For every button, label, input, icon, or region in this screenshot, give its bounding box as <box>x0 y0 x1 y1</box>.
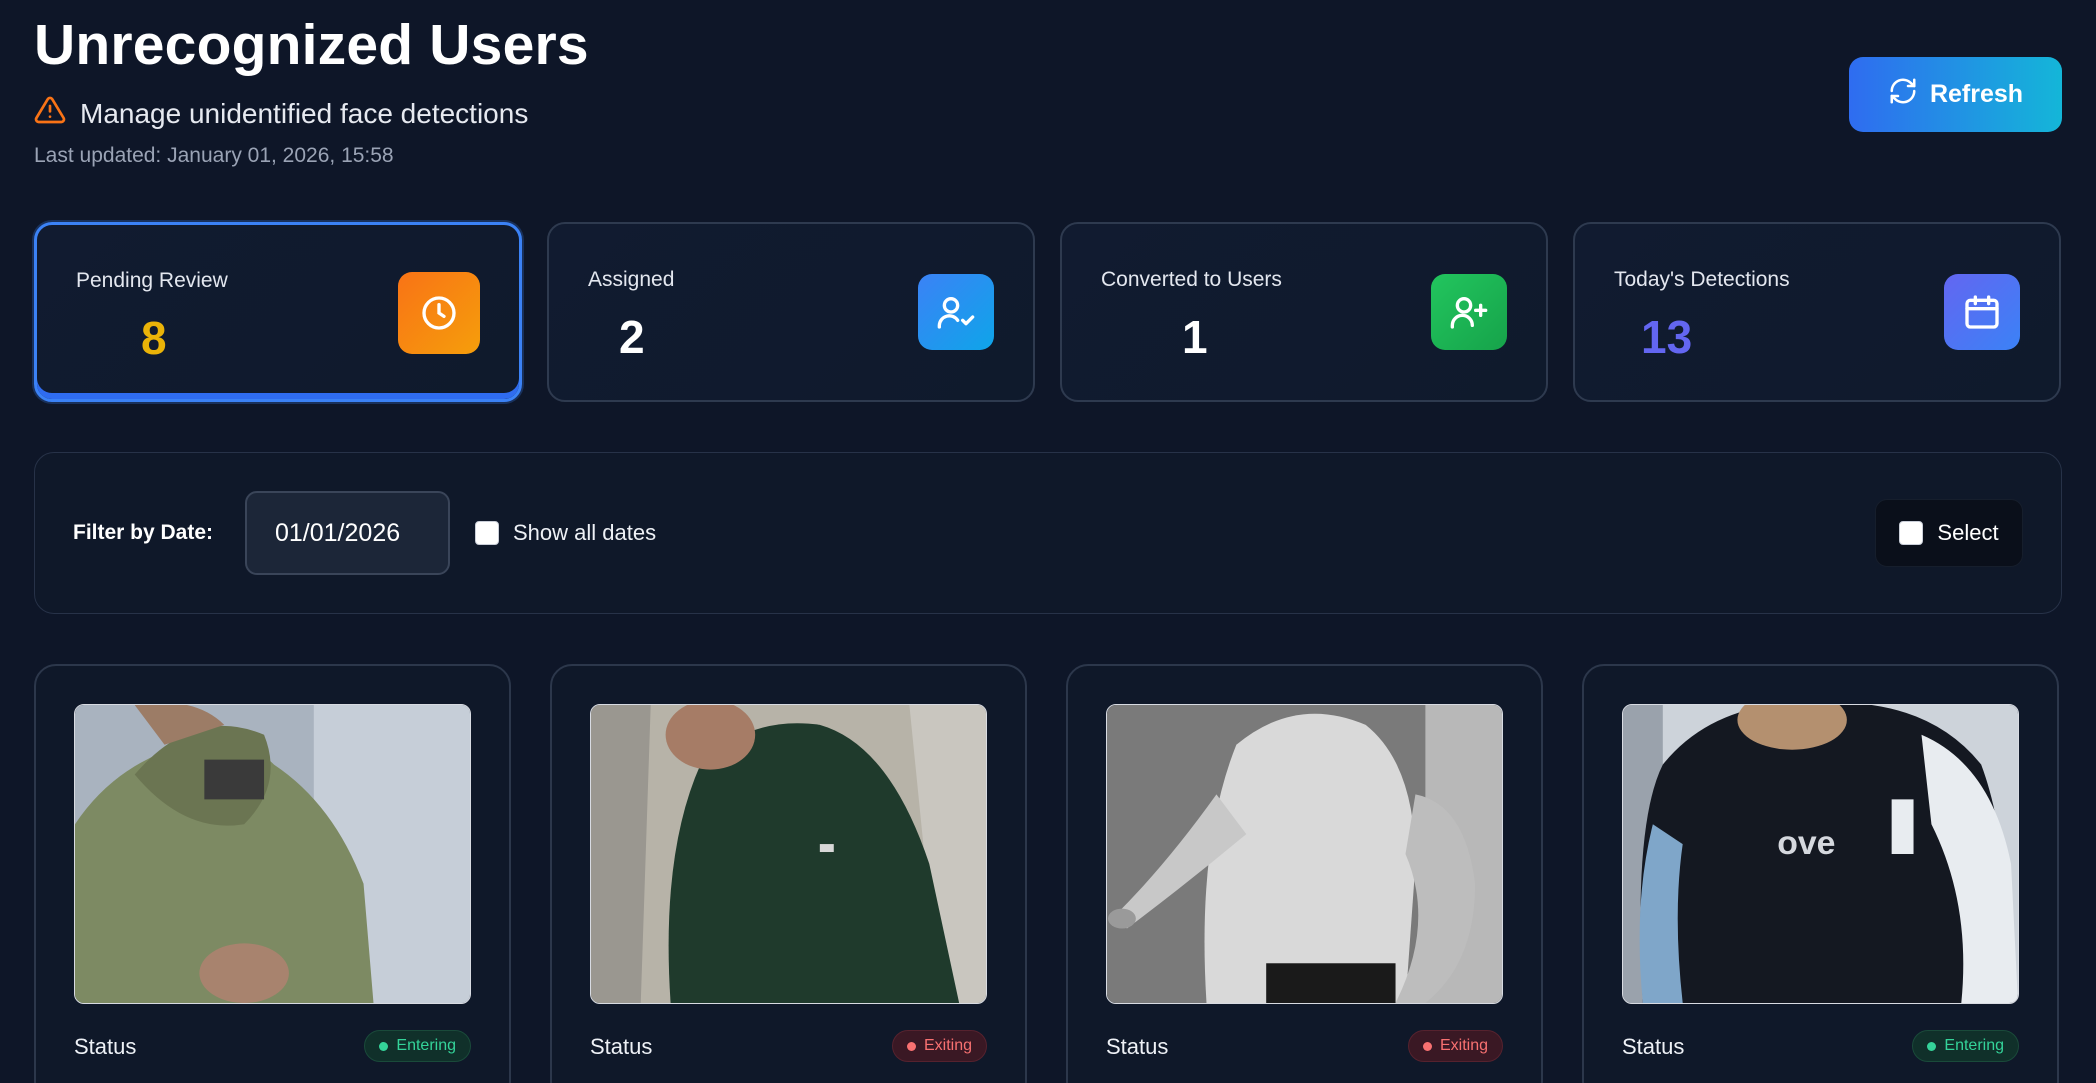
select-checkbox[interactable] <box>1899 521 1924 545</box>
stat-value: 8 <box>141 312 167 364</box>
date-input[interactable]: 01/01/2026 <box>245 491 450 575</box>
calendar-icon <box>1944 274 2020 350</box>
filter-bar: Filter by Date: 01/01/2026 Show all date… <box>34 452 2062 614</box>
select-button[interactable]: Select <box>1875 499 2023 567</box>
status-badge-text: Exiting <box>1439 1037 1488 1054</box>
refresh-label: Refresh <box>1929 80 2024 108</box>
stat-card-todays-detections[interactable]: Today's Detections 13 <box>1573 222 2061 402</box>
status-dot <box>1422 1041 1432 1051</box>
detection-card[interactable]: Status Exiting <box>1066 664 1543 1083</box>
stat-label: Assigned <box>588 268 675 291</box>
show-all-dates-label: Show all dates <box>513 520 657 545</box>
show-all-dates-checkbox[interactable] <box>475 521 499 545</box>
stat-label: Converted to Users <box>1101 268 1282 291</box>
stat-card-assigned[interactable]: Assigned 2 <box>547 222 1035 402</box>
status-label: Status <box>1622 1034 1685 1059</box>
status-dot <box>906 1041 916 1051</box>
status-dot <box>379 1041 389 1051</box>
detection-card[interactable]: ove Status Entering <box>1582 664 2059 1083</box>
status-label: Status <box>1106 1034 1169 1059</box>
warning-icon <box>34 94 66 133</box>
stat-card-pending-review[interactable]: Pending Review 8 <box>34 222 522 402</box>
detection-photo[interactable]: ove <box>1622 704 2019 1004</box>
subtitle-text: Manage unidentified face detections <box>80 97 529 129</box>
detection-card[interactable]: Status Exiting <box>550 664 1027 1083</box>
status-badge: Exiting <box>1407 1030 1503 1062</box>
status-badge: Entering <box>364 1030 471 1062</box>
status-dot <box>1927 1041 1937 1051</box>
detection-photo[interactable] <box>1106 704 1503 1004</box>
last-updated: Last updated: January 01, 2026, 15:58 <box>34 144 394 167</box>
status-badge-text: Entering <box>396 1037 456 1054</box>
clock-icon <box>398 272 480 354</box>
unrecognized-users-page: Unrecognized Users Manage unidentified f… <box>0 0 2096 1083</box>
detection-card[interactable]: Status Entering <box>34 664 511 1083</box>
stat-card-converted[interactable]: Converted to Users 1 <box>1060 222 1548 402</box>
status-label: Status <box>74 1034 137 1059</box>
filter-by-date-label: Filter by Date: <box>73 521 214 544</box>
status-badge: Exiting <box>891 1030 987 1062</box>
detection-photo[interactable] <box>74 704 471 1004</box>
detection-photo[interactable] <box>590 704 987 1004</box>
stat-value: 13 <box>1641 311 1693 363</box>
select-label: Select <box>1937 520 1999 545</box>
status-badge-text: Entering <box>1944 1037 2004 1054</box>
stat-label: Today's Detections <box>1614 268 1790 291</box>
user-check-icon <box>918 274 994 350</box>
stat-value: 1 <box>1182 311 1208 363</box>
refresh-button[interactable]: Refresh <box>1849 57 2062 132</box>
status-label: Status <box>590 1034 653 1059</box>
show-all-dates-toggle[interactable]: Show all dates <box>475 520 656 546</box>
user-plus-icon <box>1431 274 1507 350</box>
stat-value: 2 <box>619 311 645 363</box>
svg-text:ove: ove <box>1777 824 1835 862</box>
stat-label: Pending Review <box>76 269 228 292</box>
status-badge-text: Exiting <box>923 1037 972 1054</box>
status-badge: Entering <box>1912 1030 2019 1062</box>
refresh-icon <box>1888 76 1918 113</box>
page-title: Unrecognized Users <box>34 13 589 77</box>
page-subtitle: Manage unidentified face detections <box>34 94 528 133</box>
